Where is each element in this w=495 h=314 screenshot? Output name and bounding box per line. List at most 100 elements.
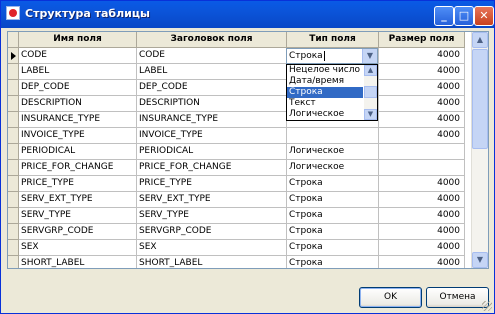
cell-name[interactable]: INVOICE_TYPE [19,128,137,144]
type-editor[interactable]: Строка ▼ [286,48,378,64]
cell-name[interactable]: INSURANCE_TYPE [19,112,137,128]
dropdown-scroll-thumb[interactable] [364,86,377,98]
cell-size[interactable]: 4000 [379,112,465,128]
cell-size[interactable]: 4000 [379,96,465,112]
row-indicator[interactable] [8,160,19,176]
dropdown-arrow-icon[interactable]: ▼ [362,49,377,63]
row-indicator[interactable] [8,144,19,160]
cell-type[interactable]: Строка [287,224,379,240]
cell-name[interactable]: LABEL [19,64,137,80]
row-indicator[interactable] [8,112,19,128]
vertical-scrollbar[interactable]: ▲ ▼ [471,32,488,268]
cell-caption[interactable]: SERVGRP_CODE [137,224,287,240]
cell-caption[interactable]: INVOICE_TYPE [137,128,287,144]
scroll-down-icon[interactable]: ▼ [472,252,488,268]
type-editor-value: Строка [289,51,323,61]
cell-caption[interactable]: PRICE_TYPE [137,176,287,192]
row-indicator[interactable] [8,240,19,256]
window-title: Структура таблицы [25,7,150,20]
row-indicator[interactable] [8,256,19,268]
row-indicator[interactable] [8,192,19,208]
dropdown-option[interactable]: Строка [287,87,363,98]
resize-grip-icon[interactable] [482,301,492,311]
fields-grid[interactable]: Имя поля Заголовок поля Тип поля Размер … [7,31,489,269]
cell-type[interactable]: Логическое [287,144,379,160]
row-indicator[interactable] [8,224,19,240]
cell-size[interactable]: 4000 [379,224,465,240]
cell-caption[interactable]: SEX [137,240,287,256]
type-dropdown-list[interactable]: Нецелое число Дата/время Строка Текст Логиче… [286,64,378,121]
scroll-down-icon[interactable]: ▼ [364,109,377,120]
scroll-up-icon[interactable]: ▲ [472,32,488,48]
cell-type[interactable]: Строка [287,176,379,192]
cell-size[interactable]: 4000 [379,240,465,256]
cell-caption[interactable]: SERV_EXT_TYPE [137,192,287,208]
row-indicators [8,48,19,268]
ok-button[interactable]: OK [359,287,422,308]
row-indicator[interactable] [8,208,19,224]
cell-name[interactable]: DEP_CODE [19,80,137,96]
cell-type[interactable]: Строка [287,240,379,256]
window-icon [6,6,20,20]
cell-caption[interactable]: SHORT_LABEL [137,256,287,268]
cell-name[interactable]: SERV_EXT_TYPE [19,192,137,208]
row-indicator[interactable] [8,176,19,192]
cell-name[interactable]: DESCRIPTION [19,96,137,112]
cell-name[interactable]: SERV_TYPE [19,208,137,224]
cell-caption[interactable]: PERIODICAL [137,144,287,160]
cancel-button[interactable]: Отмена [426,287,489,308]
dropdown-scrollbar[interactable]: ▲ ▼ [364,65,377,120]
cell-type[interactable] [287,128,379,144]
cell-size[interactable]: 4000 [379,192,465,208]
minimize-icon[interactable]: _ [434,6,454,26]
cell-caption[interactable]: DEP_CODE [137,80,287,96]
cell-size[interactable]: 4000 [379,80,465,96]
cell-name[interactable]: CODE [19,48,137,64]
cell-size[interactable]: 4000 [379,48,465,64]
column-header-size[interactable]: Размер поля [379,32,465,48]
cell-size[interactable] [379,144,465,160]
cell-type[interactable]: Строка [287,208,379,224]
row-indicator-icon[interactable] [8,48,19,64]
cell-size[interactable] [379,160,465,176]
cell-name[interactable]: PRICE_TYPE [19,176,137,192]
header-corner [8,32,19,48]
cell-size[interactable]: 4000 [379,128,465,144]
scroll-thumb[interactable] [472,49,488,149]
cell-caption[interactable]: CODE [137,48,287,64]
cell-type[interactable]: Логическое [287,160,379,176]
row-indicator[interactable] [8,64,19,80]
text-caret [323,50,325,61]
table-structure-dialog: Структура таблицы _ □ ✕ Имя поля Заголов… [0,0,495,314]
column-header-type[interactable]: Тип поля [287,32,379,48]
column-header-caption[interactable]: Заголовок поля [137,32,287,48]
cell-caption[interactable]: DESCRIPTION [137,96,287,112]
cell-size[interactable]: 4000 [379,64,465,80]
cell-name[interactable]: SERVGRP_CODE [19,224,137,240]
dropdown-option[interactable]: Текст [287,98,363,109]
dropdown-option[interactable]: Нецелое число [287,65,363,76]
cell-caption[interactable]: PRICE_FOR_CHANGE [137,160,287,176]
cell-type[interactable]: Строка [287,192,379,208]
cell-caption[interactable]: INSURANCE_TYPE [137,112,287,128]
close-icon[interactable]: ✕ [474,6,494,26]
cell-size[interactable]: 4000 [379,176,465,192]
maximize-icon[interactable]: □ [454,6,474,26]
cell-size[interactable]: 4000 [379,208,465,224]
cell-name[interactable]: PRICE_FOR_CHANGE [19,160,137,176]
cell-size[interactable]: 4000 [379,256,465,268]
cell-caption[interactable]: SERV_TYPE [137,208,287,224]
row-indicator[interactable] [8,128,19,144]
scroll-up-icon[interactable]: ▲ [364,65,377,76]
cell-name[interactable]: PERIODICAL [19,144,137,160]
cell-name[interactable]: SHORT_LABEL [19,256,137,268]
cell-caption[interactable]: LABEL [137,64,287,80]
column-header-name[interactable]: Имя поля [19,32,137,48]
dropdown-option[interactable]: Логическое [287,109,363,120]
row-indicator[interactable] [8,96,19,112]
cell-type[interactable]: Строка [287,256,379,268]
title-bar[interactable]: Структура таблицы _ □ ✕ [1,1,494,28]
dropdown-option[interactable]: Дата/время [287,76,363,87]
row-indicator[interactable] [8,80,19,96]
cell-name[interactable]: SEX [19,240,137,256]
